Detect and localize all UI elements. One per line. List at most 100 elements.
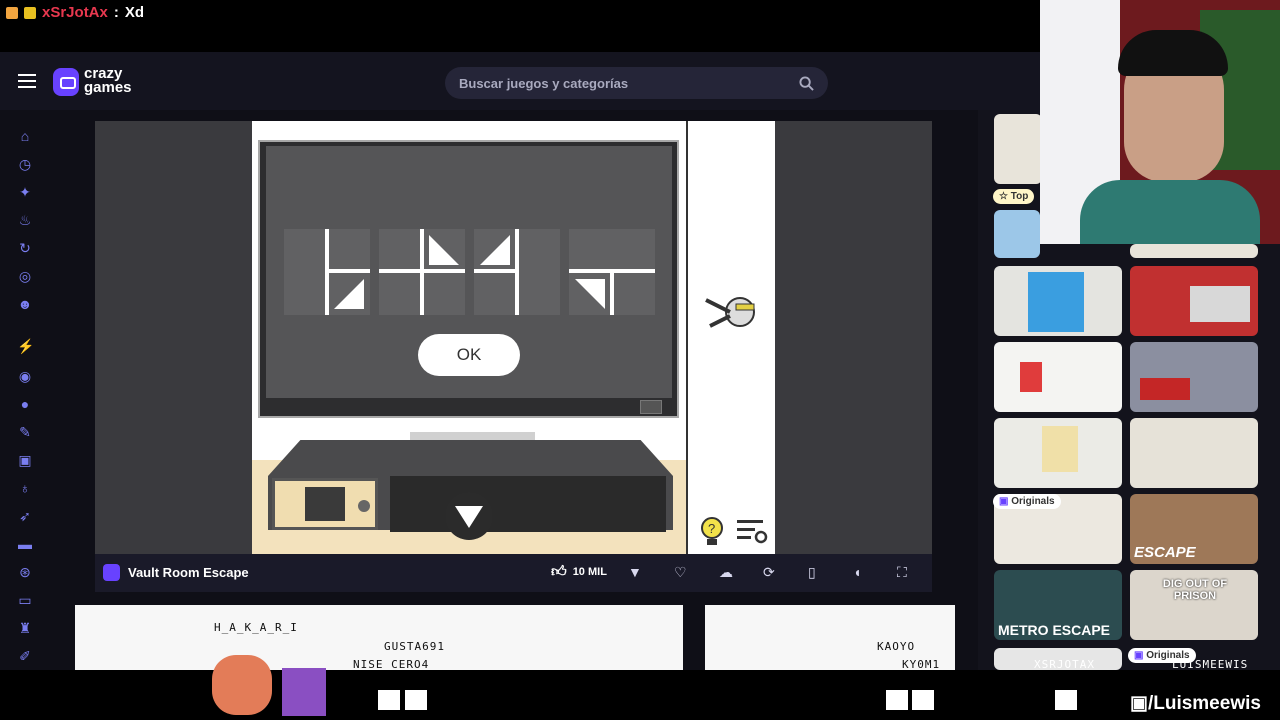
game-thumb-3[interactable] (1130, 244, 1258, 258)
star-icon: ☆ (999, 191, 1008, 202)
game-thumb-5[interactable] (1130, 266, 1258, 336)
sub-badge-icon (24, 6, 36, 19)
users-icon[interactable]: ☻ (17, 296, 33, 312)
puzzle-tile-1[interactable] (284, 229, 370, 315)
cloud-icon[interactable]: ☁ (719, 563, 733, 581)
like-count: 10 MIL (572, 566, 607, 578)
sword-badge-icon (6, 6, 18, 19)
twitch-handle: ▣/Luismeewis (1130, 692, 1261, 715)
twitch-handle-text: /Luismeewis (1147, 693, 1261, 714)
search-input[interactable] (459, 75, 759, 91)
dig-out-title: DIG OUT OF PRISON (1162, 578, 1228, 602)
chess-icon[interactable]: ♜ (17, 620, 33, 636)
chat-username: xSrJotAx (42, 4, 108, 21)
svg-text:?: ? (708, 521, 715, 536)
rocket-icon[interactable]: ➶ (17, 508, 33, 524)
viewer-name-4: KAOYO (877, 640, 916, 653)
menu-icon[interactable] (18, 74, 36, 88)
avatar-sprite-3 (886, 690, 908, 710)
pencil-icon[interactable]: ✐ (17, 648, 33, 664)
originals-icon: ▣ (999, 496, 1009, 507)
game-thumb-1[interactable] (994, 114, 1042, 184)
clock-icon[interactable]: ◷ (17, 156, 33, 172)
game-thumb-12[interactable]: METRO ESCAPE (994, 570, 1122, 640)
stream-chat-bar (0, 0, 1040, 52)
game-thumb-2[interactable] (994, 210, 1040, 258)
fire-icon[interactable]: ♨ (17, 212, 33, 228)
top-badge: ☆ Top (993, 189, 1035, 204)
pokemon-sprite (212, 655, 272, 715)
stream-footer (0, 670, 1280, 720)
game-thumb-13[interactable]: DIG OUT OF PRISON (1130, 570, 1258, 640)
wheel-icon[interactable]: ⊛ (17, 564, 33, 580)
top-badge-label: Top (1010, 191, 1029, 202)
chat-text: Xd (124, 4, 145, 21)
compass-icon[interactable]: ◉ (17, 368, 33, 384)
game-thumb-9[interactable] (1130, 418, 1258, 488)
sound-icon[interactable]: ◖ (853, 563, 861, 581)
console-shelf (390, 476, 666, 532)
bomb-icon[interactable]: ♁ (17, 480, 33, 496)
heart-icon[interactable]: ♡ (674, 563, 687, 581)
dice-icon[interactable]: ▣ (17, 452, 33, 468)
avatar-sprite-1 (378, 690, 400, 710)
controller-icon[interactable]: ◎ (17, 268, 33, 284)
wrench-icon[interactable]: ✎ (17, 424, 33, 440)
ok-button[interactable]: OK (418, 334, 520, 376)
sparkle-icon[interactable]: ✦ (17, 184, 33, 200)
game-thumb-7[interactable] (1130, 342, 1258, 412)
metro-escape-title: METRO ESCAPE (998, 622, 1111, 638)
left-sidebar: ⌂ ◷ ✦ ♨ ↻ ◎ ☻ ⚡ ◉ ● ✎ ▣ ♁ ➶ ▬ ⊛ ▭ ♜ ✐ (0, 110, 50, 670)
viewer-name-1: H_A_K_A_R_I (214, 621, 298, 634)
avatar-sprite-4 (912, 690, 934, 710)
logo-line-2: games (84, 79, 132, 96)
like-button[interactable]: 👍︎ 10 MIL (551, 563, 607, 581)
slot-machine-sprite (282, 668, 326, 716)
game-thumb-8[interactable] (994, 418, 1122, 488)
game-thumb-11[interactable]: ESCAPE (1130, 494, 1258, 564)
chat-message: xSrJotAx : Xd (6, 4, 144, 21)
site-logo-text[interactable]: crazy games (84, 66, 132, 96)
car-icon[interactable]: ▬ (17, 536, 33, 552)
viewer-name-7: LUISMEEWIS (1172, 658, 1249, 671)
escape-title: ESCAPE (1134, 544, 1196, 561)
down-arrow-icon (455, 506, 483, 528)
thumbs-down-icon[interactable]: ▼ (628, 563, 642, 581)
thumbs-up-icon: 👍︎ (551, 563, 567, 580)
refresh-icon[interactable]: ↻ (17, 240, 33, 256)
keypad-icon[interactable] (305, 487, 345, 521)
power-icon[interactable] (640, 400, 662, 414)
puzzle-tile-2[interactable] (379, 229, 465, 315)
settings-list-icon[interactable] (737, 518, 769, 546)
home-icon[interactable]: ⌂ (17, 128, 33, 144)
drawer-knob[interactable] (358, 500, 370, 512)
gamepad-icon[interactable]: ▭ (17, 592, 33, 608)
viewer-name-6: XSRJOTAX (1034, 658, 1095, 671)
puzzle-tile-3[interactable] (474, 229, 560, 315)
search-bar[interactable] (445, 67, 828, 99)
mobile-icon[interactable]: ▯ (808, 563, 816, 581)
fullscreen-icon[interactable]: ⛶ (897, 563, 907, 581)
share-icon[interactable]: ⟳ (763, 563, 775, 581)
puzzle-tile-4[interactable] (569, 229, 655, 315)
game-thumb-4[interactable] (994, 266, 1122, 336)
bolt-icon[interactable]: ⚡ (17, 338, 34, 354)
game-title: Vault Room Escape (128, 565, 249, 580)
twitch-icon: ▣ (1130, 693, 1148, 714)
search-icon[interactable] (799, 75, 814, 91)
chat-separator: : (113, 4, 119, 21)
avatar-sprite-2 (405, 690, 427, 710)
keys-icon[interactable] (700, 290, 762, 338)
ball-icon[interactable]: ● (17, 396, 33, 412)
avatar-sprite-5 (1055, 690, 1077, 710)
game-thumb-6[interactable] (994, 342, 1122, 412)
hint-bulb-icon[interactable]: ? (700, 516, 724, 548)
crazygames-logo-icon[interactable] (53, 68, 79, 96)
viewer-name-2: GUSTA691 (384, 640, 445, 653)
down-arrow-button[interactable] (445, 492, 493, 540)
originals-badge-1: ▣ Originals (993, 494, 1061, 509)
webcam-overlay (1040, 0, 1280, 244)
originals-label-1: Originals (1011, 496, 1055, 507)
game-logo-icon (103, 564, 120, 581)
originals-icon-2: ▣ (1134, 650, 1144, 661)
